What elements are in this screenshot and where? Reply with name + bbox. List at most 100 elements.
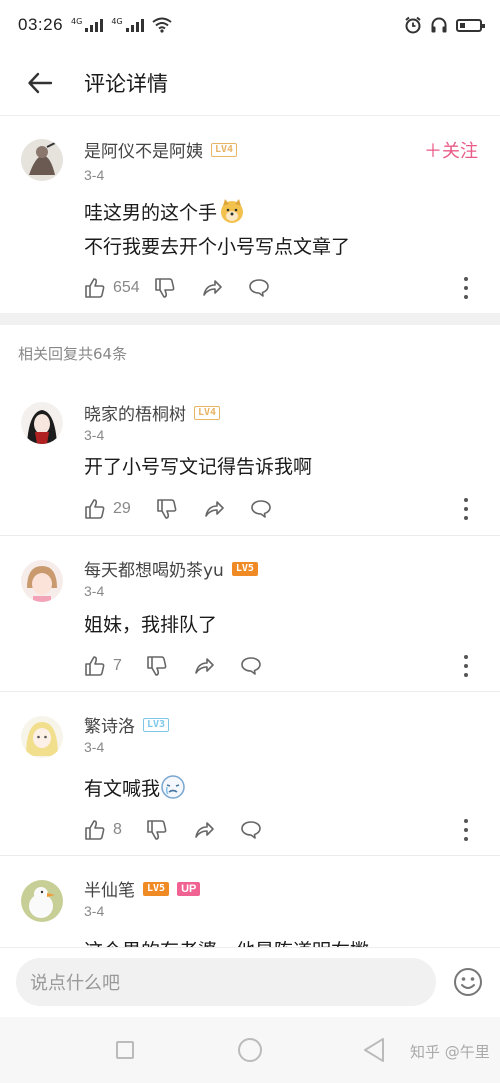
comment-text: 开了小号写文记得告诉我啊 xyxy=(84,456,313,478)
avatar[interactable] xyxy=(21,402,63,444)
dislike-button[interactable] xyxy=(146,655,193,677)
chat-bubble-icon xyxy=(251,500,271,518)
reply-item: 半仙笔 LV5 UP 3-4 这个男的有老婆，他是陈道明右撇 xyxy=(0,856,500,947)
comment-actions: 654 xyxy=(84,273,484,303)
reply-button[interactable] xyxy=(248,277,270,299)
nav-back-icon[interactable] xyxy=(362,1037,386,1063)
like-button[interactable]: 654 xyxy=(84,277,154,299)
battery-icon xyxy=(456,18,485,32)
dislike-button[interactable] xyxy=(146,819,193,841)
chat-bubble-icon xyxy=(249,279,269,297)
wifi-icon xyxy=(152,17,172,33)
share-icon xyxy=(195,822,214,838)
alarm-icon xyxy=(405,16,421,34)
thumbs-up-icon xyxy=(85,278,105,298)
main-comment: 是阿仪不是阿姨 LV4 ＋关注 3-4 哇这男的这个手 不行我要去开个小号写点文… xyxy=(0,117,500,312)
share-icon xyxy=(205,501,224,517)
reply-count: 相关回复共64条 xyxy=(18,345,128,363)
status-bar: 03:26 4G 4G xyxy=(0,0,500,50)
comment-date: 3-4 xyxy=(84,427,105,443)
avatar[interactable] xyxy=(21,716,63,758)
thumbs-down-icon xyxy=(155,278,175,298)
share-icon xyxy=(195,658,214,674)
crying-emoji-icon xyxy=(161,775,185,799)
share-icon xyxy=(203,280,222,296)
reply-button[interactable] xyxy=(240,655,262,677)
thumbs-down-icon xyxy=(147,656,167,676)
comment-line-2: 不行我要去开个小号写点文章了 xyxy=(84,236,351,258)
share-button[interactable] xyxy=(203,498,250,520)
doge-emoji-icon xyxy=(221,199,244,223)
follow-button[interactable]: ＋关注 xyxy=(424,137,478,163)
share-button[interactable] xyxy=(193,655,240,677)
comment-date: 3-4 xyxy=(84,167,105,183)
user-name[interactable]: 每天都想喝奶茶yu xyxy=(84,556,224,581)
section-divider xyxy=(0,313,500,325)
level-badge: LV5 xyxy=(143,881,170,896)
reply-item: 每天都想喝奶茶yu LV5 3-4 姐妹，我排队了 7 xyxy=(0,536,500,691)
like-count: 7 xyxy=(113,657,122,674)
like-button[interactable]: 7 xyxy=(84,655,146,677)
level-badge: LV4 xyxy=(211,142,238,157)
thumbs-down-icon xyxy=(147,820,167,840)
comment-line-1: 哇这男的这个手 xyxy=(84,202,218,224)
dislike-button[interactable] xyxy=(154,277,201,299)
like-button[interactable]: 29 xyxy=(84,498,156,520)
like-button[interactable]: 8 xyxy=(84,819,146,841)
thumbs-down-icon xyxy=(157,499,177,519)
comment-text: 姐妹，我排队了 xyxy=(84,614,218,636)
comment-actions: 8 xyxy=(84,815,484,845)
user-name[interactable]: 是阿仪不是阿姨 xyxy=(84,137,203,162)
signal-icon: 4G xyxy=(71,18,104,32)
comment-text: 哇这男的这个手 不行我要去开个小号写点文章了 xyxy=(84,196,350,264)
plus-icon: ＋ xyxy=(424,141,442,162)
share-button[interactable] xyxy=(193,819,240,841)
thumbs-up-icon xyxy=(85,820,105,840)
more-options-button[interactable] xyxy=(462,819,470,841)
comment-actions: 7 xyxy=(84,651,484,681)
system-nav-bar: 知乎 @午里 xyxy=(0,1017,500,1083)
back-button[interactable] xyxy=(20,63,60,103)
comment-text-label: 有文喊我 xyxy=(84,778,161,800)
headphones-icon xyxy=(431,17,447,33)
user-name[interactable]: 半仙笔 xyxy=(84,876,135,901)
chat-bubble-icon xyxy=(241,657,261,675)
comment-input-bar: 说点什么吧 xyxy=(0,947,500,1017)
top-app-bar: 评论详情 xyxy=(0,50,500,116)
user-name[interactable]: 繁诗洛 xyxy=(84,712,135,737)
avatar[interactable] xyxy=(21,139,63,181)
comment-input[interactable]: 说点什么吧 xyxy=(16,958,436,1006)
comment-text: 这个男的有老婆，他是陈道明右撇 xyxy=(84,934,369,947)
like-count: 29 xyxy=(113,500,131,517)
reply-button[interactable] xyxy=(240,819,262,841)
dislike-button[interactable] xyxy=(156,498,203,520)
home-button[interactable] xyxy=(238,1038,262,1062)
status-time: 03:26 xyxy=(18,15,64,34)
level-badge: LV3 xyxy=(143,717,170,732)
user-name[interactable]: 晓家的梧桐树 xyxy=(84,400,186,425)
level-badge: LV4 xyxy=(194,405,221,420)
comment-actions: 29 xyxy=(84,494,484,524)
emoji-button-icon[interactable] xyxy=(452,966,484,998)
reply-item: 晓家的梧桐树 LV4 3-4 开了小号写文记得告诉我啊 29 xyxy=(0,380,500,535)
reply-button[interactable] xyxy=(250,498,272,520)
more-options-button[interactable] xyxy=(462,655,470,677)
thumbs-up-icon xyxy=(85,499,105,519)
follow-label: 关注 xyxy=(442,141,478,162)
signal-icon-2: 4G xyxy=(111,18,144,32)
share-button[interactable] xyxy=(201,277,248,299)
reply-item: 繁诗洛 LV3 3-4 有文喊我 8 xyxy=(0,692,500,854)
recent-apps-button[interactable] xyxy=(116,1041,134,1059)
more-options-button[interactable] xyxy=(462,277,470,299)
comment-date: 3-4 xyxy=(84,583,105,599)
comment-date: 3-4 xyxy=(84,903,105,919)
like-count: 8 xyxy=(113,821,122,838)
up-badge: UP xyxy=(177,881,201,896)
avatar[interactable] xyxy=(21,560,63,602)
arrow-left-icon xyxy=(28,72,53,93)
chat-bubble-icon xyxy=(241,821,261,839)
comment-date: 3-4 xyxy=(84,739,105,755)
more-options-button[interactable] xyxy=(462,498,470,520)
avatar[interactable] xyxy=(21,880,63,922)
page-title: 评论详情 xyxy=(84,71,168,96)
